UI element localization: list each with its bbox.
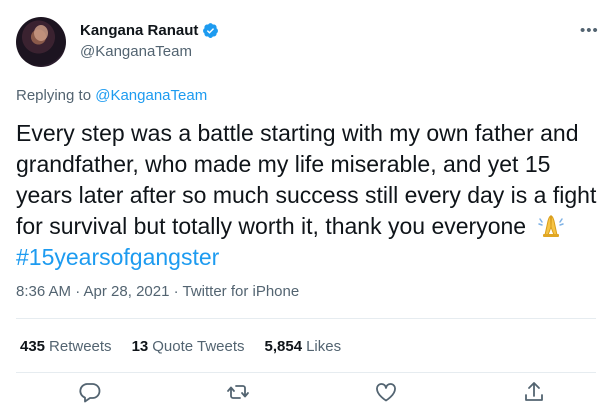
- tweet-text: Every step was a battle starting with my…: [16, 118, 606, 273]
- avatar[interactable]: [16, 17, 66, 67]
- likes-stat[interactable]: 5,854 Likes: [265, 338, 342, 355]
- quotes-label: Quote Tweets: [152, 338, 245, 355]
- share-icon[interactable]: [522, 380, 546, 404]
- tweet-body: Every step was a battle starting with my…: [16, 120, 597, 239]
- replying-to-prefix: Replying to: [16, 87, 96, 104]
- like-icon[interactable]: [374, 380, 398, 404]
- author-display-name[interactable]: Kangana Ranaut: [80, 22, 198, 39]
- retweets-label: Retweets: [49, 338, 112, 355]
- retweet-icon[interactable]: [226, 380, 250, 404]
- likes-count: 5,854: [264, 338, 303, 355]
- retweets-count: 435: [20, 338, 46, 355]
- likes-label: Likes: [306, 338, 342, 355]
- divider: [16, 318, 596, 319]
- replying-to-mention[interactable]: @KanganaTeam: [95, 87, 207, 104]
- replying-to: Replying to @KanganaTeam: [16, 87, 207, 104]
- folded-hands-emoji-icon: [538, 215, 565, 237]
- hashtag-link[interactable]: #15yearsofgangster: [16, 244, 219, 270]
- reply-icon[interactable]: [78, 380, 102, 404]
- tweet-meta[interactable]: 8:36 AM · Apr 28, 2021 · Twitter for iPh…: [16, 283, 299, 300]
- author-handle[interactable]: @KanganaTeam: [80, 43, 192, 60]
- engagement-stats: 435 Retweets 13 Quote Tweets 5,854 Likes: [20, 338, 341, 355]
- quotes-stat[interactable]: 13 Quote Tweets: [132, 338, 245, 355]
- retweets-stat[interactable]: 435 Retweets: [20, 338, 112, 355]
- tweet-card: Kangana Ranaut @KanganaTeam ••• Replying…: [0, 0, 612, 413]
- verified-badge-icon: [203, 23, 219, 38]
- author-name-row: Kangana Ranaut: [80, 22, 219, 39]
- quotes-count: 13: [131, 338, 149, 355]
- divider: [16, 372, 596, 373]
- action-bar: [0, 380, 612, 410]
- more-options-icon[interactable]: •••: [580, 22, 599, 39]
